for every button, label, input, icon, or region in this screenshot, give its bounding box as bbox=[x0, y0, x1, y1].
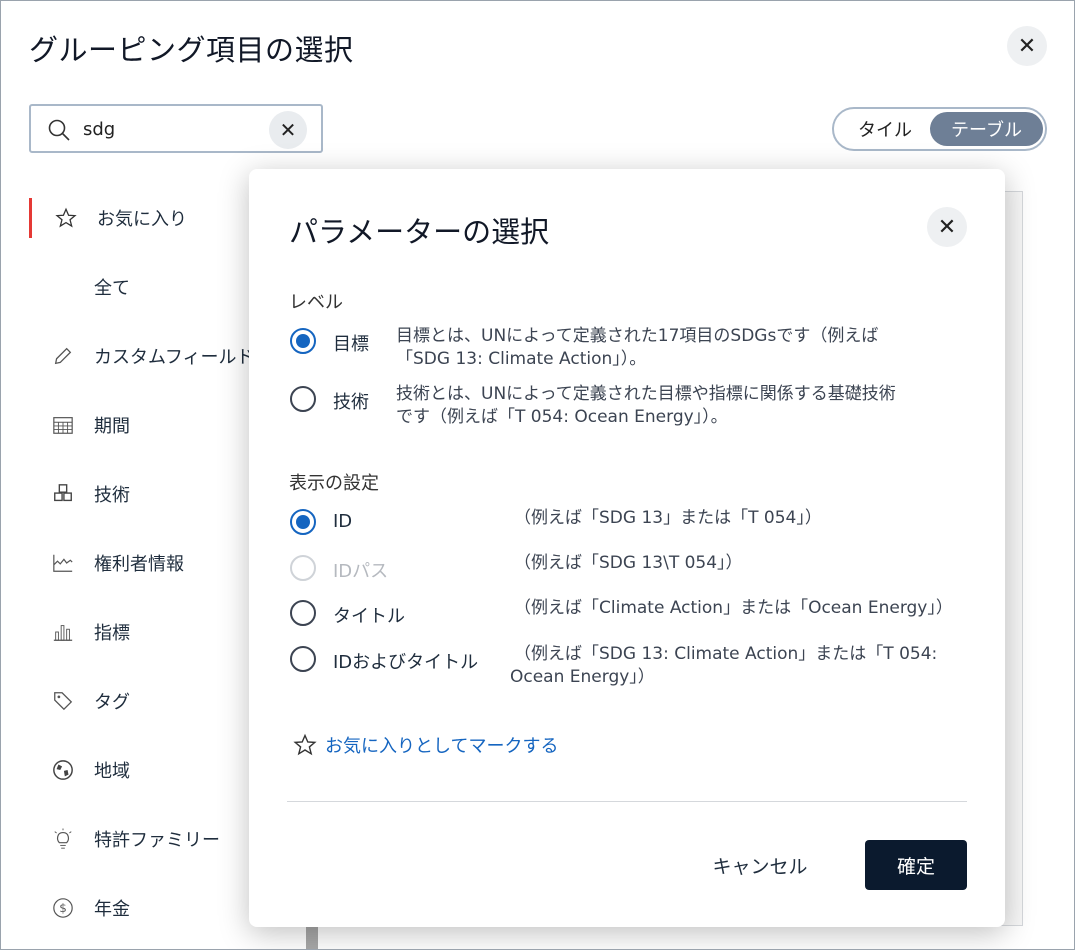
description-line: Ocean Energy」） bbox=[510, 667, 655, 687]
sidebar-item-label: 権利者情報 bbox=[94, 554, 184, 575]
view-tile-option[interactable]: タイル bbox=[840, 112, 930, 146]
tag-icon bbox=[51, 689, 75, 713]
view-toggle: タイル テーブル bbox=[832, 107, 1047, 151]
sidebar-item-label: 期間 bbox=[94, 416, 130, 437]
area-chart-icon bbox=[51, 551, 75, 575]
radio-display-id-path[interactable] bbox=[290, 555, 316, 581]
description-line: です（例えば「T 054: Ocean Energy」）。 bbox=[396, 407, 728, 427]
search-box: ✕ bbox=[29, 104, 323, 153]
level-technology-description: 技術とは、UNによって定義された目標や指標に関係する基礎技術 です（例えば「T … bbox=[396, 383, 896, 429]
radio-display-id-and-title[interactable] bbox=[290, 646, 316, 672]
display-id-path-description: （例えば「SDG 13\T 054」） bbox=[514, 553, 743, 573]
dialog-title: パラメーターの選択 bbox=[289, 215, 550, 249]
sidebar-item-label: お気に入り bbox=[97, 209, 187, 230]
sidebar-item-label: 指標 bbox=[94, 623, 130, 644]
description-line: 目標とは、UNによって定義された17項目のSDGsです（例えば bbox=[396, 326, 879, 346]
sidebar-item-label: 地域 bbox=[94, 761, 130, 782]
description-line: 技術とは、UNによって定義された目標や指標に関係する基礎技術 bbox=[396, 384, 896, 404]
description-line: （例えば「SDG 13: Climate Action」または「T 054: bbox=[514, 644, 938, 664]
grouping-selection-window: グルーピング項目の選択 ✕ ✕ タイル テーブル お気に入り 全て bbox=[0, 0, 1075, 950]
clear-icon: ✕ bbox=[279, 118, 297, 142]
globe-icon bbox=[51, 758, 75, 782]
display-id-and-title-label: IDおよびタイトル bbox=[333, 652, 479, 673]
level-goal-description: 目標とは、UNによって定義された17項目のSDGsです（例えば 「SDG 13:… bbox=[396, 325, 878, 371]
mark-favorite-link[interactable]: お気に入りとしてマークする bbox=[293, 732, 558, 758]
display-id-and-title-description: （例えば「SDG 13: Climate Action」または「T 054: O… bbox=[510, 643, 937, 689]
sidebar-item-label: 技術 bbox=[94, 485, 130, 506]
pencil-icon bbox=[51, 344, 75, 368]
radio-level-goal[interactable] bbox=[290, 328, 316, 354]
calendar-icon bbox=[51, 413, 75, 437]
dollar-circle-icon: $ bbox=[51, 896, 75, 920]
search-icon bbox=[48, 119, 70, 141]
view-table-option[interactable]: テーブル bbox=[930, 112, 1043, 146]
level-technology-label: 技術 bbox=[333, 392, 369, 413]
star-outline-icon bbox=[293, 733, 317, 756]
display-section-label: 表示の設定 bbox=[289, 473, 379, 494]
display-title-description: （例えば「Climate Action」または「Ocean Energy」） bbox=[514, 598, 953, 618]
display-id-label: ID bbox=[333, 511, 353, 532]
cubes-icon bbox=[51, 482, 75, 506]
parameter-selection-dialog: パラメーターの選択 ✕ レベル 目標 目標とは、UNによって定義された17項目の… bbox=[249, 169, 1005, 927]
display-id-path-label: IDパス bbox=[333, 561, 389, 582]
confirm-button[interactable]: 確定 bbox=[865, 840, 967, 890]
dialog-close-button[interactable]: ✕ bbox=[927, 207, 967, 247]
sidebar-item-label: 年金 bbox=[94, 899, 130, 920]
mark-favorite-label: お気に入りとしてマークする bbox=[325, 736, 559, 757]
close-icon: ✕ bbox=[937, 214, 957, 240]
bar-chart-icon bbox=[51, 620, 75, 644]
lightbulb-icon bbox=[51, 827, 75, 851]
page-title: グルーピング項目の選択 bbox=[29, 33, 354, 67]
sidebar-item-label: タグ bbox=[94, 692, 130, 713]
cancel-button[interactable]: キャンセル bbox=[699, 841, 821, 889]
scrollbar-thumb[interactable] bbox=[306, 926, 318, 949]
sidebar-item-label: カスタムフィールド bbox=[94, 347, 255, 368]
display-title-label: タイトル bbox=[333, 606, 405, 627]
radio-level-technology[interactable] bbox=[290, 386, 316, 412]
sidebar-item-label: 特許ファミリー bbox=[94, 830, 220, 851]
level-goal-label: 目標 bbox=[333, 334, 369, 355]
svg-text:$: $ bbox=[59, 901, 67, 915]
radio-display-title[interactable] bbox=[290, 600, 316, 626]
dialog-divider bbox=[287, 801, 967, 802]
display-id-description: （例えば「SDG 13」または「T 054」） bbox=[514, 508, 822, 528]
close-button[interactable]: ✕ bbox=[1007, 26, 1047, 66]
radio-display-id[interactable] bbox=[290, 509, 316, 535]
search-input[interactable] bbox=[83, 116, 283, 142]
description-line: 「SDG 13: Climate Action」）。 bbox=[396, 349, 647, 369]
close-icon: ✕ bbox=[1017, 33, 1037, 59]
level-section-label: レベル bbox=[289, 292, 343, 313]
clear-search-button[interactable]: ✕ bbox=[269, 111, 307, 149]
sidebar-item-label: 全て bbox=[94, 278, 130, 299]
star-icon bbox=[54, 206, 78, 230]
